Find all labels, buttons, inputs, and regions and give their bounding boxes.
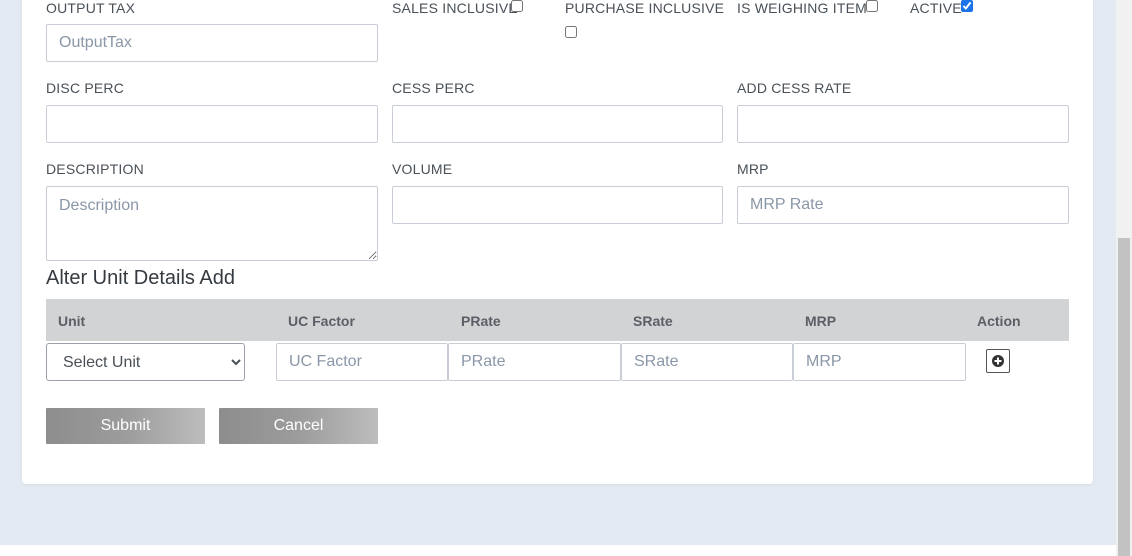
alter-unit-table-header: Unit UC Factor PRate SRate MRP Action xyxy=(46,299,1069,341)
active-label: ACTIVE xyxy=(910,0,962,16)
scrollbar-thumb[interactable] xyxy=(1118,238,1130,556)
disc-perc-input[interactable] xyxy=(46,105,378,143)
add-unit-button[interactable] xyxy=(986,349,1010,373)
cess-perc-label: CESS PERC xyxy=(392,80,475,96)
submit-button[interactable]: Submit xyxy=(46,408,205,444)
mrp-input[interactable] xyxy=(737,186,1069,224)
cess-perc-input[interactable] xyxy=(392,105,723,143)
cancel-button[interactable]: Cancel xyxy=(219,408,378,444)
output-tax-input[interactable] xyxy=(46,24,378,62)
add-cess-rate-input[interactable] xyxy=(737,105,1069,143)
srate-input[interactable] xyxy=(621,343,793,381)
footer-strip xyxy=(0,545,1116,556)
uc-factor-input[interactable] xyxy=(276,343,448,381)
output-tax-label: OUTPUT TAX xyxy=(46,0,136,16)
purchase-inclusive-label: PURCHASE INCLUSIVE xyxy=(565,0,725,16)
row-mrp-input[interactable] xyxy=(793,343,966,381)
is-weighing-item-label: IS WEIGHING ITEM xyxy=(737,0,867,16)
plus-circle-icon xyxy=(992,355,1004,367)
purchase-inclusive-checkbox[interactable] xyxy=(565,26,577,38)
sales-inclusive-label: SALES INCLUSIVE xyxy=(392,0,518,16)
disc-perc-label: DISC PERC xyxy=(46,80,125,96)
column-header-unit: Unit xyxy=(58,313,86,329)
add-cess-rate-label: ADD CESS RATE xyxy=(737,80,852,96)
alter-unit-title: Alter Unit Details Add xyxy=(46,267,235,289)
is-weighing-item-checkbox[interactable] xyxy=(866,0,878,12)
sales-inclusive-checkbox[interactable] xyxy=(511,0,523,12)
unit-select[interactable]: Select Unit xyxy=(46,343,245,381)
column-header-action: Action xyxy=(977,313,1021,329)
column-header-uc-factor: UC Factor xyxy=(288,313,355,329)
prate-input[interactable] xyxy=(448,343,621,381)
description-textarea[interactable] xyxy=(46,186,378,261)
column-header-prate: PRate xyxy=(461,313,501,329)
active-checkbox[interactable] xyxy=(961,0,973,12)
volume-label: VOLUME xyxy=(392,161,453,177)
volume-input[interactable] xyxy=(392,186,723,224)
description-label: DESCRIPTION xyxy=(46,161,144,177)
mrp-label: MRP xyxy=(737,161,769,177)
column-header-mrp: MRP xyxy=(805,313,837,329)
column-header-srate: SRate xyxy=(633,313,673,329)
